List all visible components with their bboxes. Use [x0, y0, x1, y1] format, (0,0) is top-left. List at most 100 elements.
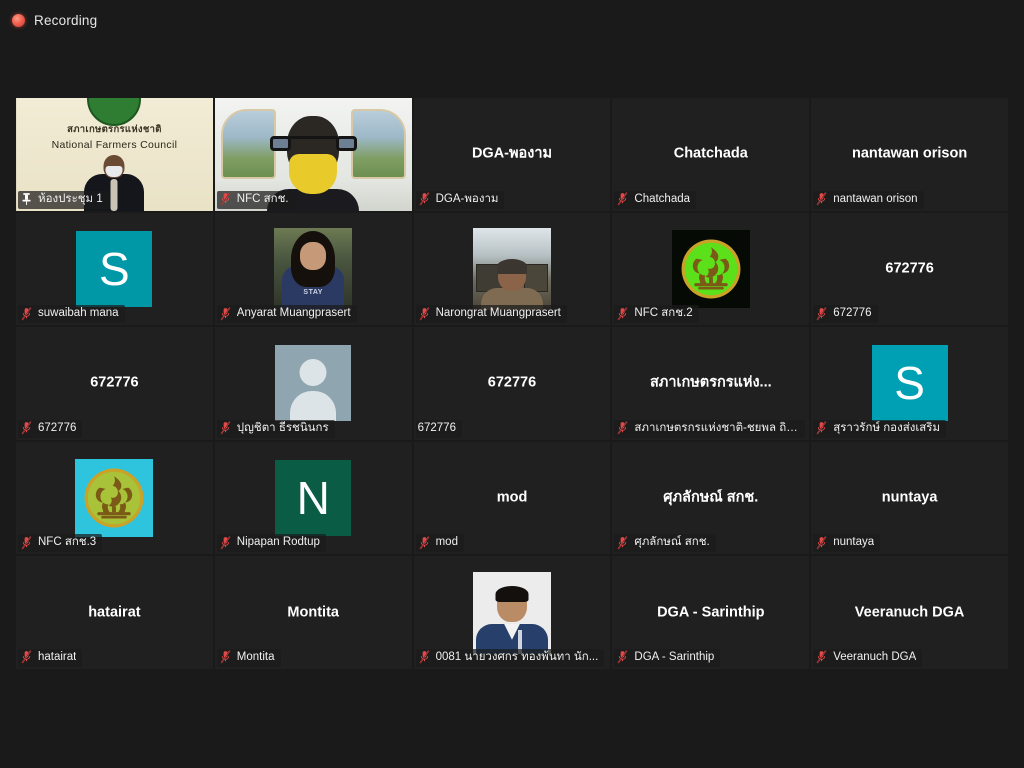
participant-tile[interactable]: 672776 672776 — [413, 327, 611, 440]
tile-name-label: Montita — [216, 648, 281, 667]
participant-tile[interactable]: Montita Montita — [214, 556, 412, 669]
tile-name-label: mod — [415, 534, 464, 553]
tile-name-label: nantawan orison — [813, 190, 924, 209]
tile-name-label: สุราวรักษ์ กองส่งเสริม — [813, 419, 947, 438]
mic-muted-icon — [816, 192, 827, 206]
participant-tile[interactable]: nantawan orison nantawan orison — [811, 98, 1008, 211]
tile-label-text: สุราวรักษ์ กองส่งเสริม — [833, 421, 941, 434]
tile-name-label: nuntaya — [813, 534, 881, 553]
tile-label-text: NFC สกช.3 — [38, 536, 97, 549]
tile-label-text: Montita — [236, 650, 275, 663]
tile-display-name: Montita — [287, 603, 339, 620]
participant-tile[interactable]: DGA-พองาม DGA-พองาม — [413, 98, 611, 211]
participant-gallery-grid: สภาเกษตรกรแห่งชาติ National Farmers Coun… — [16, 98, 1008, 669]
tile-label-text: Chatchada — [634, 192, 691, 205]
tile-name-label: NFC สกช. — [216, 190, 295, 209]
participant-tile[interactable]: nuntaya nuntaya — [811, 441, 1008, 555]
participant-tile[interactable]: 672776 672776 — [16, 327, 213, 440]
mic-muted-icon — [419, 536, 429, 550]
tile-display-name: Chatchada — [673, 145, 748, 162]
tile-name-label: ห้องประชุม 1 — [18, 190, 109, 209]
tile-display-name: nuntaya — [881, 489, 938, 506]
tile-label-text: DGA-พองาม — [435, 192, 499, 205]
tile-display-name: nantawan orison — [851, 145, 968, 162]
tile-display-name: ศุภลักษณ์ สกช. — [663, 489, 759, 506]
mic-muted-icon — [816, 306, 827, 321]
participant-tile[interactable]: 672776 672776 — [811, 212, 1008, 326]
participant-tile[interactable]: NFC สกช.2 — [612, 212, 810, 326]
tile-display-name: สภาเกษตรกรแห่ง... — [649, 374, 772, 391]
tile-display-name: Veeranuch DGA — [854, 603, 965, 620]
avatar-initial: S — [871, 345, 948, 422]
tile-name-label: สภาเกษตรกรแห่งชาติ-ชยพล ถิลา — [614, 419, 806, 438]
participant-tile[interactable]: NFC สกช.3 — [16, 441, 213, 555]
mic-muted-icon — [21, 306, 32, 321]
participant-tile[interactable]: 0081 นายวงศกร ทองพ้นทา นัก... — [413, 556, 611, 669]
letter-avatar: S — [871, 345, 948, 422]
participant-tile[interactable]: สภาเกษตรกรแห่งชาติ National Farmers Coun… — [16, 98, 213, 211]
letter-avatar: N — [275, 460, 352, 537]
tile-name-label: Chatchada — [614, 190, 697, 209]
tile-name-label: suwaibah mana — [18, 305, 125, 324]
tile-name-label: ศุภลักษณ์ สกช. — [614, 534, 716, 553]
tile-name-label: Narongrat Muangprasert — [415, 305, 567, 324]
mic-muted-icon — [816, 421, 827, 435]
participant-tile[interactable]: S suwaibah mana — [16, 212, 213, 326]
organization-emblem-avatar — [75, 459, 154, 538]
mic-muted-icon — [21, 421, 32, 435]
participant-tile[interactable]: ปุญชิตา ธีรชนินกร — [214, 327, 412, 440]
participant-tile[interactable]: Narongrat Muangprasert — [413, 212, 611, 326]
tile-display-name: DGA - Sarinthip — [657, 603, 765, 620]
tile-label-text: สภาเกษตรกรแห่งชาติ-ชยพล ถิลา — [634, 421, 800, 434]
letter-avatar: S — [76, 230, 153, 307]
tile-label-text: NFC สกช.2 — [634, 307, 693, 320]
participant-tile[interactable]: STAY Anyarat Muangprasert — [214, 212, 412, 326]
mic-muted-icon — [618, 421, 628, 435]
tile-name-label: 672776 — [813, 305, 878, 324]
tile-label-text: mod — [435, 536, 458, 549]
participant-tile[interactable]: DGA - Sarinthip DGA - Sarinthip — [612, 556, 810, 669]
tile-label-text: ศุภลักษณ์ สกช. — [634, 536, 710, 549]
tile-label-text: nantawan orison — [833, 192, 918, 205]
tile-label-text: suwaibah mana — [38, 307, 119, 320]
mic-muted-icon — [618, 536, 628, 550]
tile-label-text: nuntaya — [833, 536, 875, 549]
mic-muted-icon — [21, 650, 32, 664]
national-farmers-council-emblem-icon — [681, 239, 741, 299]
default-avatar — [275, 345, 352, 422]
tile-display-name: hatairat — [88, 603, 141, 620]
mic-muted-icon — [220, 421, 231, 435]
participant-tile[interactable]: hatairat hatairat — [16, 556, 213, 669]
participant-tile[interactable]: สภาเกษตรกรแห่ง... สภาเกษตรกรแห่งชาติ-ชยพ… — [612, 327, 810, 440]
participant-photo — [472, 227, 551, 310]
participant-tile[interactable]: Veeranuch DGA Veeranuch DGA — [811, 556, 1008, 669]
mic-muted-icon — [816, 650, 827, 664]
participant-tile[interactable]: NFC สกช. — [214, 98, 412, 211]
participant-photo — [472, 571, 551, 654]
tile-label-text: Narongrat Muangprasert — [435, 307, 561, 320]
tile-name-label: ปุญชิตา ธีรชนินกร — [216, 419, 335, 438]
tile-label-text: DGA - Sarinthip — [634, 650, 715, 663]
participant-tile[interactable]: ศุภลักษณ์ สกช. ศุภลักษณ์ สกช. — [612, 441, 810, 555]
tile-label-text: 672776 — [833, 307, 872, 320]
participant-tile[interactable]: N Nipapan Rodtup — [214, 441, 412, 555]
mic-muted-icon — [618, 306, 628, 321]
tile-name-label: hatairat — [18, 648, 83, 667]
tile-name-label: Nipapan Rodtup — [216, 534, 326, 553]
tile-name-label: NFC สกช.2 — [614, 305, 699, 324]
participant-tile[interactable]: S สุราวรักษ์ กองส่งเสริม — [811, 327, 1008, 440]
tile-display-name: 672776 — [487, 374, 537, 391]
national-farmers-council-emblem-icon — [84, 468, 144, 528]
tile-label-text: hatairat — [38, 650, 77, 663]
mic-muted-icon — [220, 306, 231, 321]
participant-tile[interactable]: mod mod — [413, 441, 611, 555]
tile-label-text: NFC สกช. — [236, 192, 289, 205]
organization-emblem-avatar — [671, 229, 750, 308]
mic-muted-icon — [618, 650, 628, 664]
participant-tile[interactable]: Chatchada Chatchada — [612, 98, 810, 211]
mic-muted-icon — [419, 650, 429, 664]
tile-display-name: 672776 — [885, 260, 934, 277]
mic-muted-icon — [419, 192, 429, 206]
tile-name-label: 672776 — [415, 419, 462, 438]
tile-label-text: Nipapan Rodtup — [236, 536, 320, 549]
